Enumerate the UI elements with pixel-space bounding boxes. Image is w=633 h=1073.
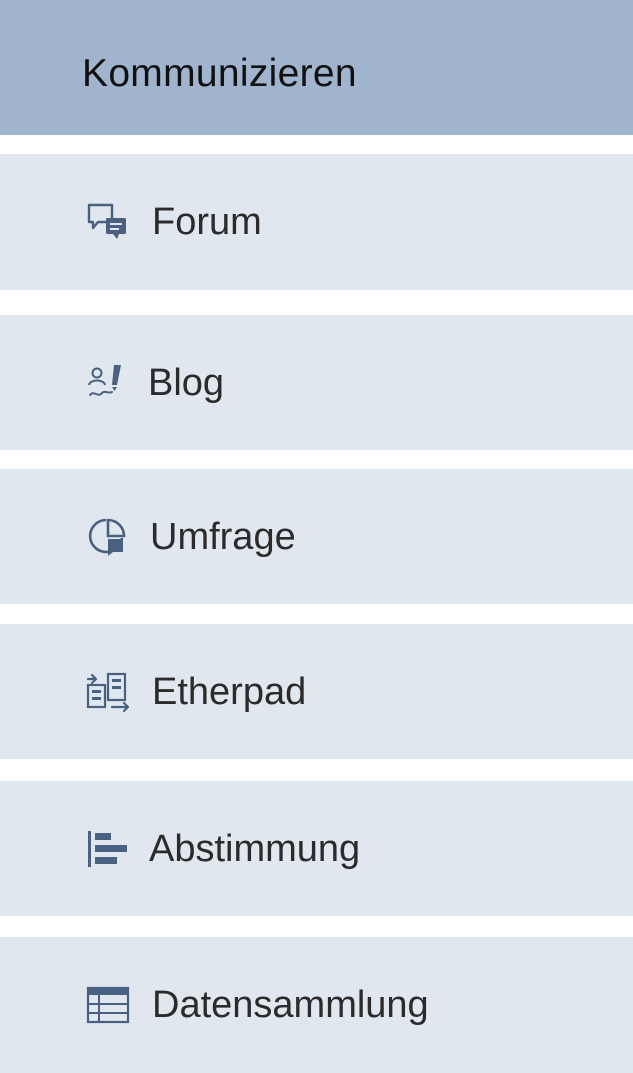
menu-item-forum[interactable]: Forum xyxy=(0,154,633,290)
menu-item-datensammlung[interactable]: Datensammlung xyxy=(0,937,633,1073)
menu-item-umfrage[interactable]: Umfrage xyxy=(0,469,633,604)
menu-item-blog[interactable]: Blog xyxy=(0,315,633,450)
data-collection-icon xyxy=(86,982,132,1028)
section-title: Kommunizieren xyxy=(82,52,357,95)
survey-icon xyxy=(86,514,132,560)
forum-icon xyxy=(86,199,132,245)
section-header: Kommunizieren xyxy=(0,0,633,135)
etherpad-icon xyxy=(86,669,132,715)
communicate-panel: Kommunizieren Forum Blog Umfrage Etherpa… xyxy=(0,0,633,1073)
blog-icon xyxy=(86,360,132,406)
poll-icon xyxy=(86,826,132,872)
menu-item-label: Datensammlung xyxy=(152,984,429,1026)
menu-item-abstimmung[interactable]: Abstimmung xyxy=(0,781,633,916)
menu-item-label: Abstimmung xyxy=(149,827,361,870)
menu-item-label: Etherpad xyxy=(152,670,307,713)
menu-item-label: Umfrage xyxy=(150,515,296,558)
menu-item-etherpad[interactable]: Etherpad xyxy=(0,624,633,759)
menu-item-label: Blog xyxy=(148,361,225,404)
menu-item-label: Forum xyxy=(152,201,262,243)
